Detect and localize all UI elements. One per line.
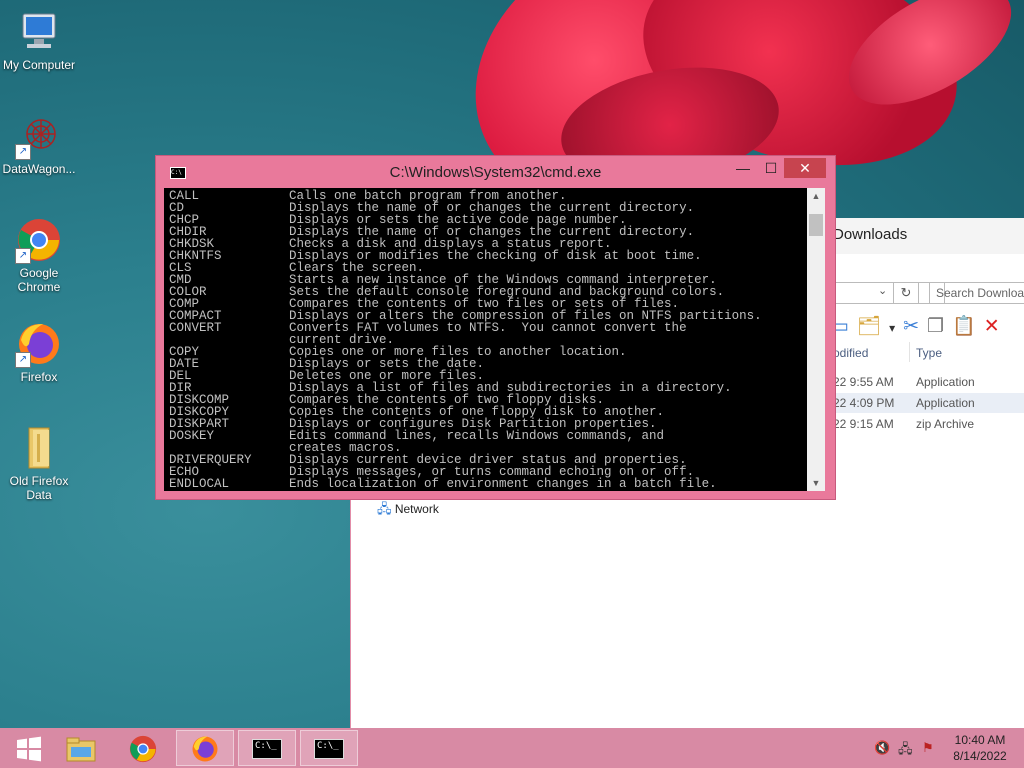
cmd-icon: C:\_ [252, 738, 282, 759]
desktop-icon-label: DataWagon... [2, 162, 76, 176]
maximize-button[interactable]: ☐ [758, 158, 784, 178]
file-type: Application [916, 396, 975, 410]
taskbar-firefox[interactable] [176, 730, 234, 766]
file-row[interactable]: 22 9:15 AM zip Archive [821, 414, 1024, 434]
file-explorer-icon [66, 737, 96, 762]
command-name: ENDLOCAL [169, 477, 230, 491]
chevron-down-icon: ⌄ [878, 285, 888, 297]
paste-icon[interactable]: 📋 [952, 316, 984, 337]
nav-label: Network [394, 502, 439, 516]
desktop-icon-label: Firefox [20, 370, 58, 384]
cmd-icon: C:\_ [314, 738, 344, 759]
firefox-icon [192, 736, 218, 762]
file-type: zip Archive [916, 417, 975, 431]
taskbar: C:\_ C:\_ 🔇 🖧 ⚑ 10:40 AM 8/14/2022 [0, 728, 1024, 768]
action-center-flag-icon[interactable]: ⚑ [922, 740, 934, 756]
file-date: 22 9:15 AM [833, 417, 894, 431]
explorer-title: Downloads [833, 226, 908, 243]
minimize-button[interactable]: — [728, 158, 758, 178]
delete-icon[interactable]: ✕ [984, 316, 1008, 337]
desktop-icon-old-firefox-data[interactable]: Old Firefox Data [0, 424, 78, 502]
refresh-button[interactable]: ↻ [893, 282, 919, 304]
desktop-icon-label: My Computer [2, 58, 76, 72]
properties-icon[interactable]: 🗂 [857, 316, 889, 337]
command-name: DOSKEY [169, 429, 215, 443]
clock-date: 8/14/2022 [953, 749, 1007, 763]
shortcut-arrow-icon: ↗ [15, 352, 31, 368]
console-line: DOSKEY Edits command lines, recalls Windo… [169, 429, 762, 443]
taskbar-cmd-2[interactable]: C:\_ [300, 730, 358, 766]
column-header-modified[interactable]: odified [833, 346, 868, 360]
desktop: My Computer ↗ DataWagon... ↗ Google Chro… [0, 0, 1024, 728]
start-button[interactable] [0, 730, 58, 766]
file-row[interactable]: 22 4:09 PM Application [821, 393, 1024, 413]
desktop-icon-firefox[interactable]: ↗ Firefox [0, 320, 78, 384]
close-button[interactable]: ✕ [784, 158, 826, 178]
cut-icon[interactable]: ✂ [903, 316, 927, 337]
explorer-toolbar: ▭🗂▾✂❐📋✕ [831, 314, 1008, 338]
console-output[interactable]: CALL Calls one batch program from another… [164, 188, 807, 491]
console-line: CHKNTFS Displays or modifies the checking… [169, 250, 762, 263]
computer-icon [15, 8, 63, 56]
console-lines: CALL Calls one batch program from another… [169, 189, 762, 491]
nav-item-network[interactable]: 🖧 Network [377, 500, 439, 522]
taskbar-chrome[interactable] [114, 730, 172, 766]
datawagon-icon: ↗ [15, 112, 63, 160]
taskbar-file-explorer[interactable] [52, 730, 110, 766]
desktop-icon-datawagon[interactable]: ↗ DataWagon... [0, 112, 78, 176]
chevron-down-icon[interactable]: ▾ [889, 321, 903, 335]
column-divider [909, 342, 910, 362]
console-line: ENDLOCAL Ends localization of environment… [169, 477, 762, 491]
file-date: 22 4:09 PM [833, 396, 895, 410]
volume-muted-icon[interactable]: 🔇 [874, 740, 890, 756]
copy-icon[interactable]: ❐ [927, 316, 952, 337]
chrome-icon [129, 735, 157, 762]
scroll-down-icon[interactable]: ▼ [807, 475, 825, 491]
console-scrollbar[interactable]: ▲ ▼ [807, 188, 825, 491]
command-description: Ends localization of environment changes… [289, 477, 717, 491]
taskbar-cmd-1[interactable]: C:\_ [238, 730, 296, 766]
desktop-icon-label: Google Chrome [17, 266, 61, 294]
firefox-icon: ↗ [15, 320, 63, 368]
network-icon: 🖧 [377, 501, 392, 516]
search-input[interactable]: Search Downloads [929, 282, 1024, 304]
command-name: CALL [169, 189, 200, 203]
scrollbar-thumb[interactable] [809, 214, 823, 236]
command-name: CONVERT [169, 321, 222, 335]
scroll-up-icon[interactable]: ▲ [807, 188, 825, 204]
shortcut-arrow-icon: ↗ [15, 248, 31, 264]
desktop-icon-my-computer[interactable]: My Computer [0, 8, 78, 72]
file-row[interactable]: 22 9:55 AM Application [821, 372, 1024, 392]
cmd-window: C:\ C:\Windows\System32\cmd.exe — ☐ ✕ CA… [156, 156, 835, 499]
desktop-icon-google-chrome[interactable]: ↗ Google Chrome [0, 216, 78, 294]
console-line: CONVERT Converts FAT volumes to NTFS. You… [169, 321, 762, 335]
network-icon[interactable]: 🖧 [898, 740, 913, 762]
folder-icon [15, 424, 63, 472]
clock-time: 10:40 AM [954, 733, 1006, 747]
file-date: 22 9:55 AM [833, 375, 894, 389]
clock[interactable]: 10:40 AM 8/14/2022 [944, 732, 1016, 764]
file-type: Application [916, 375, 975, 389]
shortcut-arrow-icon: ↗ [15, 144, 31, 160]
chrome-icon: ↗ [15, 216, 63, 264]
windows-logo-icon [17, 736, 41, 762]
desktop-icon-label: Old Firefox Data [9, 474, 69, 502]
column-header-type[interactable]: Type [916, 346, 942, 360]
